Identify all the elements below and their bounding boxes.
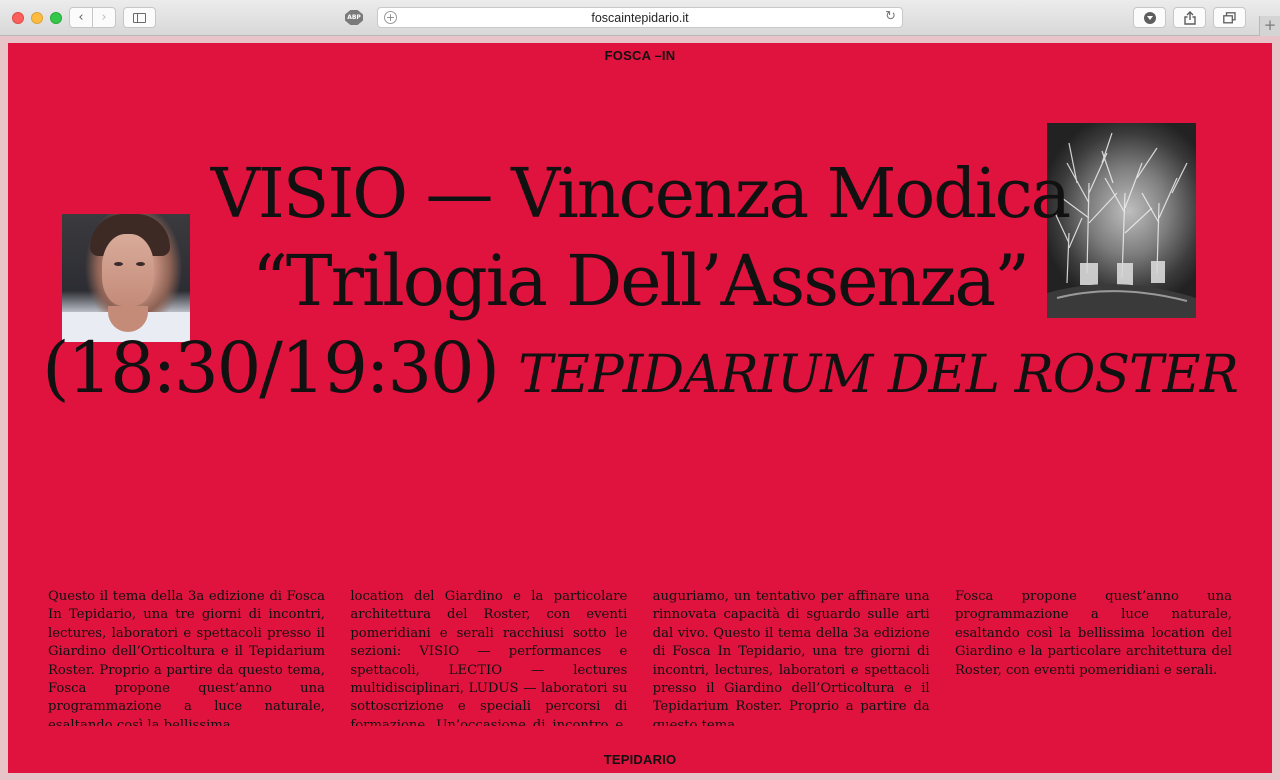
event-subtitle: “Trilogia Dell’Assenza” <box>252 240 1030 322</box>
event-headline: VISIO — Vincenza Modica “Trilogia Dell’A… <box>8 151 1272 419</box>
description-column-1: Questo il tema della 3a edizione di Fosc… <box>48 589 325 726</box>
footer-logo[interactable]: TEPIDARIO <box>8 752 1272 767</box>
page-content: FOSCA –IN VISIO — Vincenza Modica “Trilo… <box>8 43 1272 773</box>
description-column-3: auguriamo, un tentativo per affinare una… <box>652 589 930 726</box>
back-icon[interactable]: ‹ <box>70 8 92 27</box>
share-button[interactable] <box>1173 7 1206 28</box>
reload-icon[interactable]: ↻ <box>885 9 896 24</box>
new-tab-button[interactable]: + <box>1259 16 1280 36</box>
event-time: (18:30/19:30) <box>42 327 500 409</box>
add-bookmark-icon[interactable]: + <box>384 11 397 24</box>
tabs-icon <box>1223 11 1236 23</box>
download-icon <box>1143 11 1156 24</box>
sidebar-icon <box>133 12 146 23</box>
forward-icon[interactable]: › <box>92 8 115 27</box>
url-text: foscaintepidario.it <box>591 10 689 25</box>
event-title: VISIO — Vincenza Modica <box>210 155 1071 234</box>
share-icon <box>1183 10 1196 25</box>
description-column-4: Fosca propone quest’anno una programmazi… <box>954 589 1232 678</box>
close-window-button[interactable] <box>12 12 24 24</box>
history-nav: ‹ › <box>69 7 116 28</box>
downloads-button[interactable] <box>1133 7 1166 28</box>
description-column-2: location del Giardino e la particolare a… <box>350 589 628 726</box>
event-time-venue: (18:30/19:30) TEPIDARIUM DEL ROSTER <box>8 325 1272 419</box>
site-logo[interactable]: FOSCA –IN <box>8 48 1272 63</box>
zoom-window-button[interactable] <box>50 12 62 24</box>
tab-overview-button[interactable] <box>1213 7 1246 28</box>
address-bar[interactable]: + foscaintepidario.it ↻ <box>377 7 903 28</box>
minimize-window-button[interactable] <box>31 12 43 24</box>
description-columns: Questo il tema della 3a edizione di Fosc… <box>48 588 1232 738</box>
browser-toolbar: ‹ › ABP + foscaintepidario.it ↻ + <box>0 0 1280 36</box>
adblock-button[interactable]: ABP <box>345 10 363 25</box>
sidebar-toggle-button[interactable] <box>123 7 156 28</box>
event-venue: TEPIDARIUM DEL ROSTER <box>518 345 1239 405</box>
